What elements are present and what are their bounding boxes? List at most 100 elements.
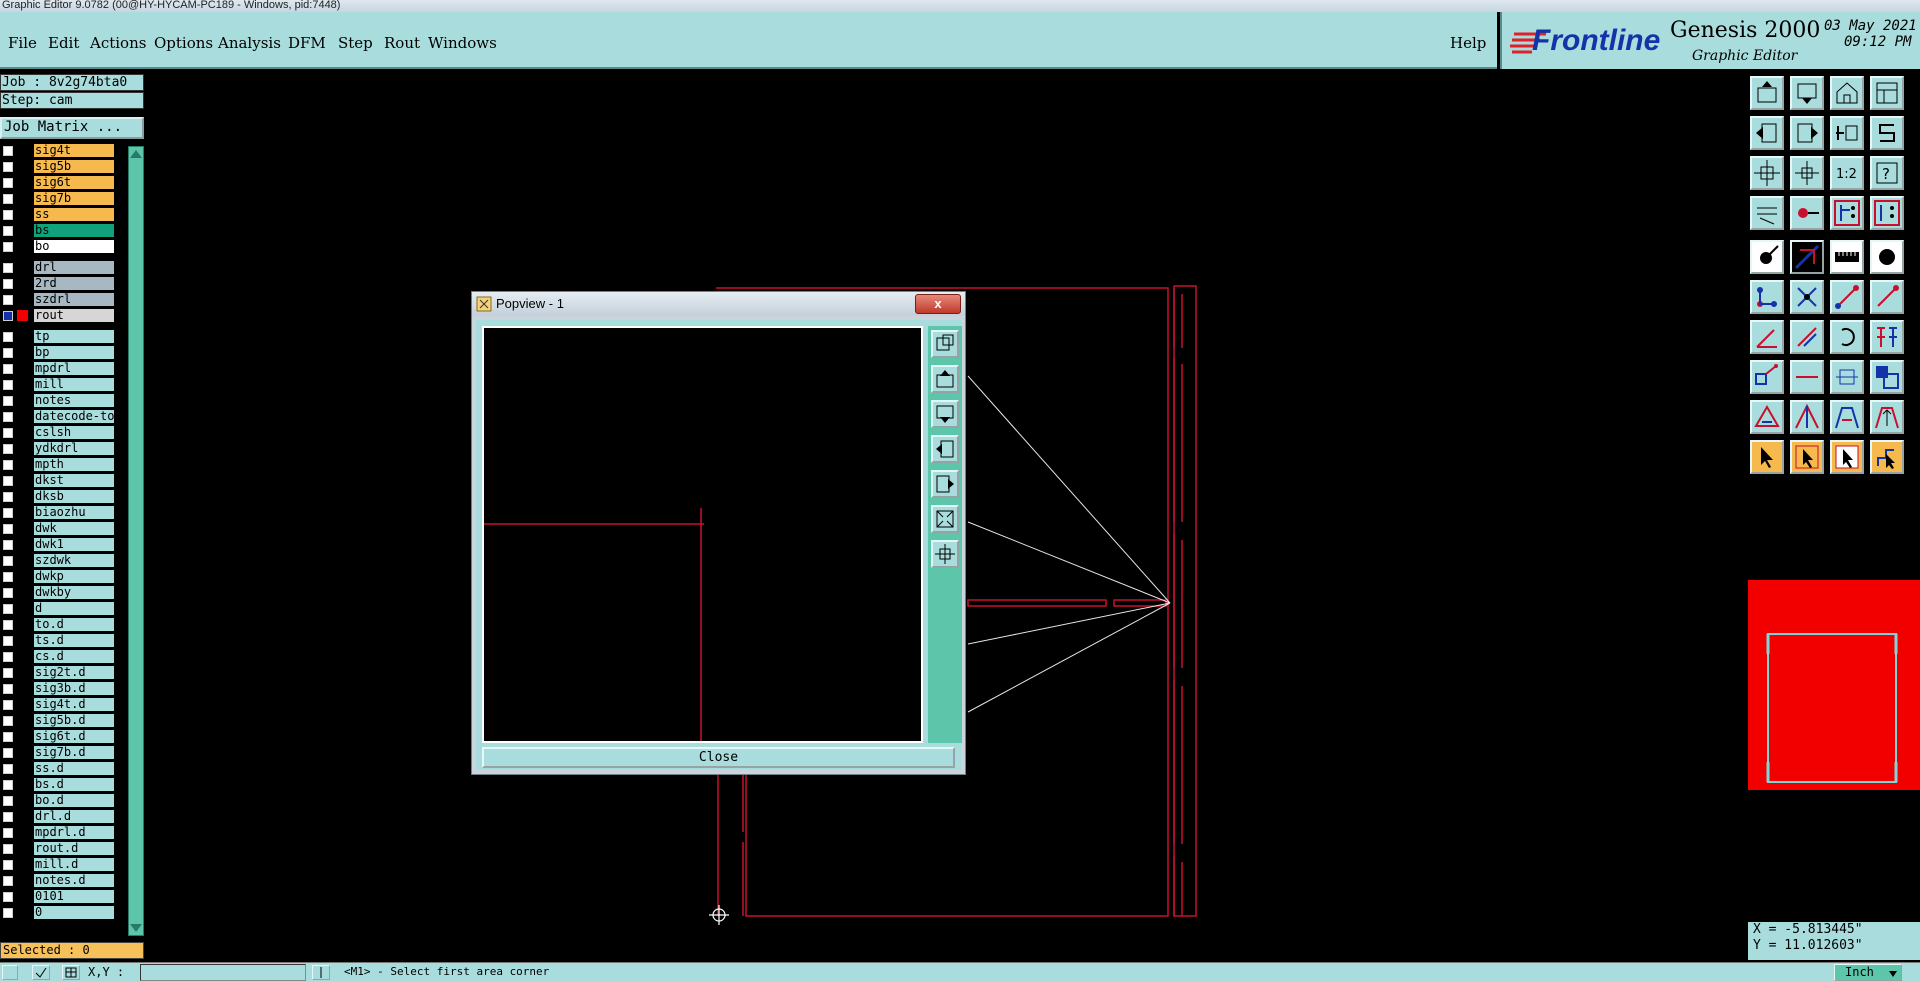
layer-row[interactable]: rout — [0, 308, 118, 323]
scroll-down-icon[interactable] — [129, 923, 143, 933]
tool-ruler-button[interactable] — [1830, 240, 1864, 274]
layer-name[interactable]: drl — [34, 261, 114, 274]
layer-name[interactable]: sig5b — [34, 160, 114, 173]
layer-checkbox[interactable] — [3, 748, 13, 758]
layer-name[interactable]: bo — [34, 240, 114, 253]
tool-select-net-button[interactable] — [1870, 440, 1904, 474]
layer-checkbox[interactable] — [3, 210, 13, 220]
layer-name[interactable]: mill — [34, 378, 114, 391]
layer-row[interactable]: sig5b.d — [0, 713, 118, 728]
tool-home-button[interactable] — [1830, 76, 1864, 110]
layer-checkbox[interactable] — [3, 146, 13, 156]
layer-checkbox[interactable] — [3, 380, 13, 390]
menu-windows[interactable]: Windows — [428, 34, 497, 52]
tool-surface-button[interactable] — [1870, 360, 1904, 394]
layer-name[interactable]: sig7b — [34, 192, 114, 205]
tool-layers-alt-button[interactable] — [1870, 196, 1904, 230]
tool-zoom-out-button[interactable] — [1790, 156, 1824, 190]
menu-edit[interactable]: Edit — [48, 34, 79, 52]
layer-row[interactable]: bo.d — [0, 793, 118, 808]
layer-checkbox[interactable] — [3, 572, 13, 582]
menu-file[interactable]: File — [8, 34, 37, 52]
layer-checkbox[interactable] — [3, 796, 13, 806]
layer-row[interactable]: dkst — [0, 473, 118, 488]
layer-checkbox[interactable] — [3, 764, 13, 774]
layer-checkbox[interactable] — [3, 412, 13, 422]
menu-rout[interactable]: Rout — [384, 34, 420, 52]
layer-checkbox[interactable] — [3, 263, 13, 273]
layer-row[interactable]: 0 — [0, 905, 118, 920]
layer-row[interactable]: szdrl — [0, 292, 118, 307]
layer-checkbox[interactable] — [3, 428, 13, 438]
layer-name[interactable]: ts.d — [34, 634, 114, 647]
tool-open-button[interactable] — [1750, 76, 1784, 110]
layer-checkbox[interactable] — [3, 162, 13, 172]
layer-checkbox[interactable] — [3, 556, 13, 566]
layer-scrollbar[interactable] — [128, 146, 144, 936]
layer-checkbox[interactable] — [3, 684, 13, 694]
popview-close-button[interactable]: Close — [482, 747, 955, 768]
tool-pad-button[interactable] — [1870, 240, 1904, 274]
layer-checkbox[interactable] — [3, 908, 13, 918]
layer-checkbox[interactable] — [3, 780, 13, 790]
tool-copy-button[interactable] — [1750, 360, 1784, 394]
tool-line-button[interactable] — [1790, 240, 1824, 274]
layer-name[interactable]: biaozhu — [34, 506, 114, 519]
layer-row[interactable]: tp — [0, 329, 118, 344]
layer-name[interactable]: drl.d — [34, 810, 114, 823]
layer-row[interactable]: rout.d — [0, 841, 118, 856]
tool-arc-button[interactable] — [1830, 320, 1864, 354]
units-select[interactable]: Inch — [1834, 964, 1902, 981]
layer-name[interactable]: mill.d — [34, 858, 114, 871]
tool-scale-button[interactable]: 1:2 — [1830, 156, 1864, 190]
tool-save-button[interactable] — [1790, 76, 1824, 110]
layer-name[interactable]: d — [34, 602, 114, 615]
layer-name[interactable]: 2rd — [34, 277, 114, 290]
layer-checkbox[interactable] — [3, 476, 13, 486]
layer-row[interactable]: datecode-to — [0, 409, 118, 424]
layer-name[interactable]: dwk — [34, 522, 114, 535]
layer-row[interactable]: dwkby — [0, 585, 118, 600]
layer-name[interactable]: cs.d — [34, 650, 114, 663]
layer-name[interactable]: sig6t.d — [34, 730, 114, 743]
layer-row[interactable]: bs — [0, 223, 118, 238]
layer-name[interactable]: sig5b.d — [34, 714, 114, 727]
layer-name[interactable]: dwkp — [34, 570, 114, 583]
layer-row[interactable]: bo — [0, 239, 118, 254]
layer-name[interactable]: mpdrl — [34, 362, 114, 375]
layer-row[interactable]: d — [0, 601, 118, 616]
menu-help[interactable]: Help — [1450, 34, 1486, 52]
tool-layers-button[interactable] — [1830, 196, 1864, 230]
status-grid-icon[interactable] — [62, 965, 80, 980]
layer-row[interactable]: sig3b.d — [0, 681, 118, 696]
layer-name[interactable]: datecode-to — [34, 410, 114, 423]
layer-row[interactable]: cs.d — [0, 649, 118, 664]
layer-row[interactable]: drl — [0, 260, 118, 275]
tool-select-button[interactable] — [1750, 440, 1784, 474]
xy-input[interactable] — [140, 964, 306, 981]
layer-checkbox[interactable] — [3, 716, 13, 726]
layer-name[interactable]: szdwk — [34, 554, 114, 567]
layer-name[interactable]: sig3b.d — [34, 682, 114, 695]
layer-row[interactable]: mpth — [0, 457, 118, 472]
tool-snap-button[interactable] — [1870, 116, 1904, 150]
tool-help-button[interactable]: ? — [1870, 156, 1904, 190]
layer-checkbox[interactable] — [3, 396, 13, 406]
status-pin-icon[interactable] — [312, 965, 330, 980]
menu-actions[interactable]: Actions — [90, 34, 146, 52]
tool-diagonal-button[interactable] — [1790, 320, 1824, 354]
layer-name[interactable]: rout.d — [34, 842, 114, 855]
layer-name[interactable]: dkst — [34, 474, 114, 487]
tool-pin-button[interactable] — [1790, 196, 1824, 230]
layer-row[interactable]: notes.d — [0, 873, 118, 888]
popview-zoom-out-button[interactable] — [931, 540, 959, 568]
layer-name[interactable]: cslsh — [34, 426, 114, 439]
layer-row[interactable]: mpdrl.d — [0, 825, 118, 840]
layer-row[interactable]: szdwk — [0, 553, 118, 568]
menu-options[interactable]: Options — [154, 34, 213, 52]
layer-row[interactable]: dwkp — [0, 569, 118, 584]
job-matrix-button[interactable]: Job Matrix ... — [0, 117, 144, 139]
layer-name[interactable]: 0 — [34, 906, 114, 919]
layer-checkbox[interactable] — [3, 348, 13, 358]
layer-checkbox[interactable] — [3, 588, 13, 598]
